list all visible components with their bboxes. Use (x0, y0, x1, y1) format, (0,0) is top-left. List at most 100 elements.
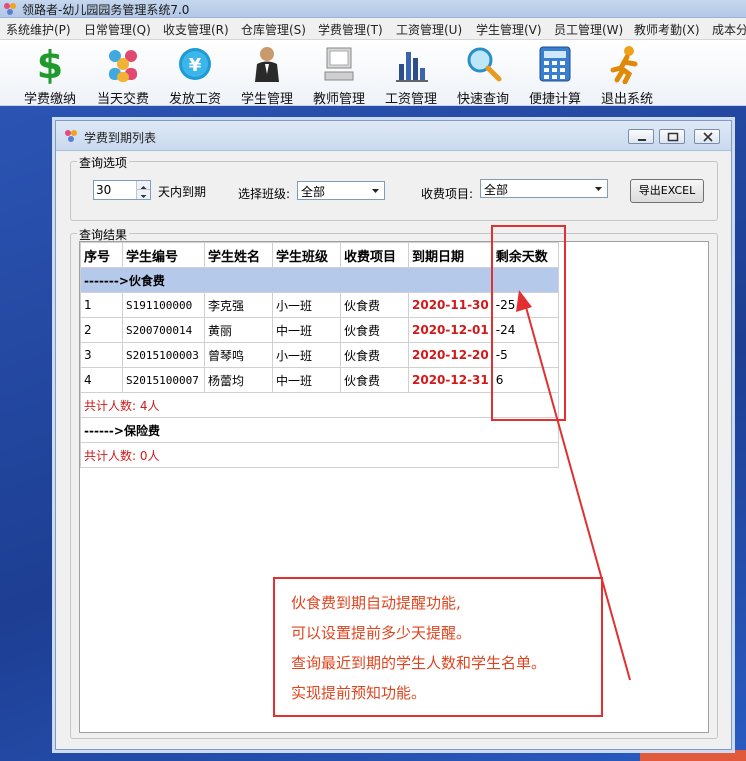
callout-line: 查询最近到期的学生人数和学生名单。 (291, 654, 547, 672)
svg-text:¥: ¥ (189, 55, 202, 76)
class-select-label: 选择班级: (238, 187, 291, 201)
minimize-button[interactable] (628, 129, 654, 144)
group-header-row[interactable]: ------>保险费 (80, 417, 559, 443)
cell-student-id: S2015100007 (122, 367, 205, 393)
menu-cost[interactable]: 成本分 (712, 21, 746, 38)
toolbar-teacher-management-button[interactable]: 教师管理 (299, 42, 379, 107)
cell-student-name: 曾琴鸣 (204, 342, 273, 368)
toolbar-exit-button[interactable]: 退出系统 (587, 42, 667, 107)
toolbar-label: 发放工资 (168, 92, 221, 107)
results-table: 序号 学生编号 学生姓名 学生班级 收费项目 到期日期 剩余天数 -------… (80, 242, 559, 468)
cell-student-name: 李克强 (204, 292, 273, 318)
days-stepper-arrows[interactable] (136, 181, 150, 199)
menu-income-expense[interactable]: 收支管理(R) (163, 21, 229, 38)
toolbar: $ 学费缴纳 当天交费 ¥ 发放工资 学生管理 教师管理 工资管理 快速查询 便… (0, 40, 746, 107)
group-summary-row: 共计人数: 4人 (80, 392, 559, 418)
fee-item-select-value: 全部 (484, 183, 509, 197)
class-select-value: 全部 (301, 185, 326, 199)
toolbar-label: 便捷计算 (528, 92, 581, 107)
toolbar-salary-management-button[interactable]: 工资管理 (371, 42, 451, 107)
fee-item-select[interactable]: 全部 (480, 179, 608, 198)
person-suit-icon (255, 47, 279, 82)
bar-chart-icon (396, 52, 428, 82)
toolbar-daily-payment-button[interactable]: 当天交费 (83, 42, 163, 107)
cell-fee-item: 伙食费 (340, 367, 409, 393)
chevron-down-icon (372, 189, 379, 193)
cell-class: 中一班 (272, 367, 341, 393)
table-header-row: 序号 学生编号 学生姓名 学生班级 收费项目 到期日期 剩余天数 (80, 242, 559, 268)
cell-class: 小一班 (272, 292, 341, 318)
query-options-legend: 查询选项 (77, 154, 130, 171)
cell-student-id: S2015100003 (122, 342, 205, 368)
table-row[interactable]: 1 S191100000 李克强 小一班 伙食费 2020-11-30 -25 (80, 292, 559, 318)
yen-coin-icon: ¥ (179, 48, 211, 80)
maximize-button[interactable] (659, 129, 685, 144)
group-summary-row: 共计人数: 0人 (80, 442, 559, 468)
table-row[interactable]: 4 S2015100007 杨蕾均 中一班 伙食费 2020-12-31 6 (80, 367, 559, 393)
callout-line: 可以设置提前多少天提醒。 (291, 624, 472, 642)
class-select[interactable]: 全部 (297, 181, 385, 200)
cell-due-date: 2020-12-01 (408, 317, 493, 343)
callout-line: 伙食费到期自动提醒功能, (291, 594, 461, 612)
menu-salary[interactable]: 工资管理(U) (396, 21, 462, 38)
toolbar-tuition-payment-button[interactable]: $ 学费缴纳 (10, 42, 90, 107)
cell-student-name: 杨蕾均 (204, 367, 273, 393)
menu-warehouse[interactable]: 仓库管理(S) (241, 21, 306, 38)
menu-system-maintenance[interactable]: 系统维护(P) (6, 21, 71, 38)
cell-index: 3 (80, 342, 123, 368)
toolbar-quick-search-button[interactable]: 快速查询 (443, 42, 523, 107)
toolbar-calculator-button[interactable]: 便捷计算 (515, 42, 595, 107)
export-excel-button[interactable]: 导出EXCEL (630, 179, 704, 203)
column-header[interactable]: 收费项目 (340, 242, 409, 268)
days-input[interactable] (96, 182, 132, 198)
highlight-box-days-remaining (491, 225, 566, 421)
menu-tuition[interactable]: 学费管理(T) (318, 21, 383, 38)
app-logo-icon (4, 3, 16, 15)
column-header[interactable]: 学生班级 (272, 242, 341, 268)
maximize-icon (667, 132, 679, 142)
table-row[interactable]: 2 S200700014 黄丽 中一班 伙食费 2020-12-01 -24 (80, 317, 559, 343)
svg-text:$: $ (37, 44, 63, 84)
toolbar-pay-salary-button[interactable]: ¥ 发放工资 (155, 42, 235, 107)
group-header-label: ------->伙食费 (80, 267, 559, 293)
menu-daily-management[interactable]: 日常管理(Q) (84, 21, 151, 38)
people-icon (109, 50, 137, 82)
cell-index: 2 (80, 317, 123, 343)
cell-student-name: 黄丽 (204, 317, 273, 343)
cell-class: 中一班 (272, 317, 341, 343)
cell-due-date: 2020-12-20 (408, 342, 493, 368)
desktop-decoration (640, 750, 746, 761)
column-header[interactable]: 到期日期 (408, 242, 493, 268)
column-header[interactable]: 学生姓名 (204, 242, 273, 268)
group-header-row[interactable]: ------->伙食费 (80, 267, 559, 293)
group-summary-label: 共计人数: 0人 (80, 442, 559, 468)
app-title-bar: 领路者-幼儿园园务管理系统7.0 (0, 0, 746, 18)
days-suffix-label: 天内到期 (158, 185, 207, 199)
fee-item-label: 收费项目: (421, 187, 474, 201)
days-stepper[interactable] (93, 180, 151, 200)
running-man-icon (610, 46, 638, 84)
group-summary-label: 共计人数: 4人 (80, 392, 559, 418)
table-row[interactable]: 3 S2015100003 曾琴鸣 小一班 伙食费 2020-12-20 -5 (80, 342, 559, 368)
close-icon (703, 132, 713, 142)
toolbar-label: 工资管理 (384, 92, 437, 107)
magnifier-icon (467, 47, 502, 82)
window-title-bar[interactable]: 学费到期列表 (56, 121, 731, 151)
calculator-icon (539, 46, 571, 82)
toolbar-student-management-button[interactable]: 学生管理 (227, 42, 307, 107)
toolbar-label: 快速查询 (456, 92, 509, 107)
toolbar-label: 退出系统 (600, 92, 653, 107)
menu-teacher-attendance[interactable]: 教师考勤(X) (634, 21, 700, 38)
cell-due-date: 2020-12-31 (408, 367, 493, 393)
dollar-icon: $ (37, 44, 63, 84)
cell-fee-item: 伙食费 (340, 317, 409, 343)
close-button[interactable] (694, 129, 720, 144)
column-header[interactable]: 序号 (80, 242, 123, 268)
callout-line: 实现提前预知功能。 (291, 684, 427, 702)
toolbar-label: 教师管理 (312, 92, 365, 107)
column-header[interactable]: 学生编号 (122, 242, 205, 268)
cell-fee-item: 伙食费 (340, 292, 409, 318)
menu-students[interactable]: 学生管理(V) (476, 21, 542, 38)
menu-staff[interactable]: 员工管理(W) (554, 21, 623, 38)
minimize-icon (638, 139, 646, 141)
